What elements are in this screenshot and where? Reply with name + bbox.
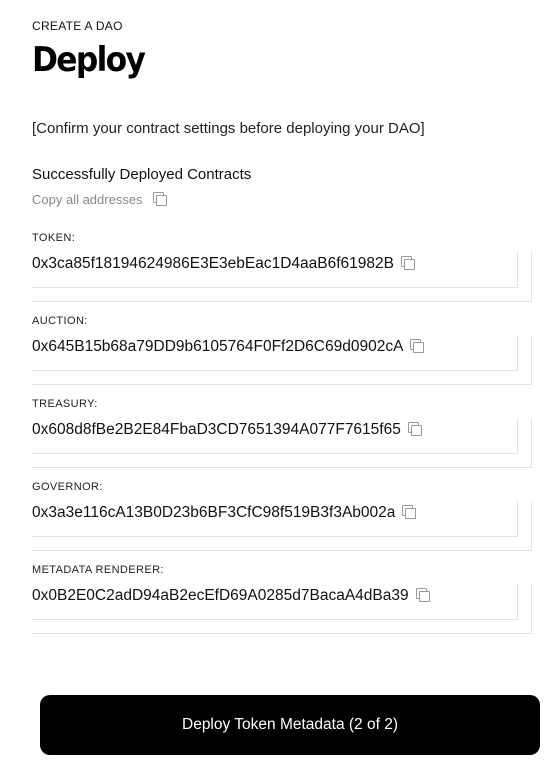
contract-auction: AUCTION: 0x645B15b68a79DD9b6105764F0Ff2D… <box>32 315 532 385</box>
address-text: 0x608d8fBe2B2E84FbaD3CD7651394A077F7615f… <box>32 421 401 438</box>
copy-all-label: Copy all addresses <box>32 192 143 207</box>
deployed-contracts-heading: Successfully Deployed Contracts <box>32 166 252 183</box>
confirm-instructions: [Confirm your contract settings before d… <box>32 120 425 137</box>
contract-address: 0x645B15b68a79DD9b6105764F0Ff2D6C69d0902… <box>32 338 425 356</box>
contract-address: 0x3a3e116cA13B0D23b6BF3CfC98f519B3f3Ab00… <box>32 504 417 522</box>
contract-label: TOKEN: <box>32 232 76 244</box>
contract-treasury: TREASURY: 0x608d8fBe2B2E84FbaD3CD7651394… <box>32 398 532 468</box>
contract-label: GOVERNOR: <box>32 481 103 493</box>
contract-address-field: 0x0B2E0C2adD94aB2ecEfD69A0285d7BacaA4dBa… <box>32 584 532 634</box>
copy-icon[interactable] <box>400 256 415 270</box>
contract-address: 0x3ca85f18194624986E3E3ebEac1D4aaB6f6198… <box>32 255 415 273</box>
contract-token: TOKEN: 0x3ca85f18194624986E3E3ebEac1D4aa… <box>32 232 532 302</box>
contract-label: AUCTION: <box>32 315 88 327</box>
copy-all-addresses-button[interactable]: Copy all addresses <box>32 191 167 207</box>
address-text: 0x645B15b68a79DD9b6105764F0Ff2D6C69d0902… <box>32 338 404 355</box>
address-text: 0x3a3e116cA13B0D23b6BF3CfC98f519B3f3Ab00… <box>32 504 396 521</box>
copy-icon[interactable] <box>402 505 417 519</box>
contract-label: METADATA RENDERER: <box>32 564 164 576</box>
deploy-token-metadata-button[interactable]: Deploy Token Metadata (2 of 2) <box>40 695 540 755</box>
contract-address-field: 0x3ca85f18194624986E3E3ebEac1D4aaB6f6198… <box>32 252 532 302</box>
contract-address: 0x0B2E0C2adD94aB2ecEfD69A0285d7BacaA4dBa… <box>32 587 430 605</box>
address-text: 0x0B2E0C2adD94aB2ecEfD69A0285d7BacaA4dBa… <box>32 587 409 604</box>
contract-address-field: 0x3a3e116cA13B0D23b6BF3CfC98f519B3f3Ab00… <box>32 501 532 551</box>
contract-label: TREASURY: <box>32 398 98 410</box>
contract-address: 0x608d8fBe2B2E84FbaD3CD7651394A077F7615f… <box>32 421 422 439</box>
contract-metadata-renderer: METADATA RENDERER: 0x0B2E0C2adD94aB2ecEf… <box>32 564 532 634</box>
address-text: 0x3ca85f18194624986E3E3ebEac1D4aaB6f6198… <box>32 255 394 272</box>
contract-address-field: 0x608d8fBe2B2E84FbaD3CD7651394A077F7615f… <box>32 418 532 468</box>
page-title: Deploy <box>32 40 146 80</box>
contract-governor: GOVERNOR: 0x3a3e116cA13B0D23b6BF3CfC98f5… <box>32 481 532 551</box>
copy-icon[interactable] <box>410 339 425 353</box>
copy-icon[interactable] <box>415 588 430 602</box>
copy-icon[interactable] <box>407 422 422 436</box>
contract-address-field: 0x645B15b68a79DD9b6105764F0Ff2D6C69d0902… <box>32 335 532 385</box>
page-eyebrow: CREATE A DAO <box>32 19 123 33</box>
copy-icon <box>152 191 167 206</box>
